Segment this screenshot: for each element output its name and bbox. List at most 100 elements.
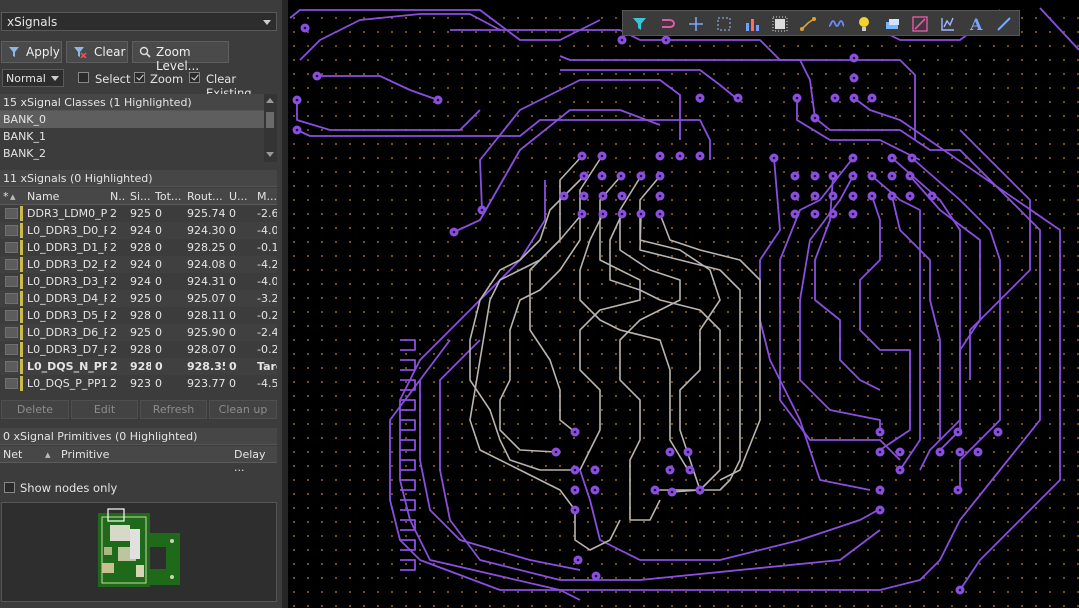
signal-color-swatch[interactable] <box>5 293 18 304</box>
signal-cell-n: 2 <box>110 258 117 271</box>
interactive-route-icon[interactable] <box>659 15 677 33</box>
refresh-button[interactable]: Refresh <box>140 400 207 419</box>
signal-cell-u: 0 <box>229 224 236 237</box>
scroll-down-icon[interactable] <box>266 152 274 157</box>
col-primitive[interactable]: Primitive <box>61 448 109 461</box>
signal-row[interactable]: L0_DDR3_D3_PF2 924. 0 924.317 0 -4.0 <box>0 273 277 290</box>
zoom-level-button[interactable]: Zoom Level... <box>132 41 229 73</box>
classes-scrollbar[interactable] <box>264 94 277 162</box>
signal-cell-si: 925. <box>130 292 151 305</box>
cleanup-button[interactable]: Clean up <box>209 400 277 419</box>
signal-row[interactable]: L0_DDR3_D7_PF2 928. 0 928.079 0 -0.2 <box>0 341 277 358</box>
signal-cell-rout: 928.079 <box>187 343 225 356</box>
signal-cell-u: 0 <box>229 292 236 305</box>
signal-cell-name: L0_DDR3_D0_PF <box>27 224 107 237</box>
signal-color-swatch[interactable] <box>5 310 18 321</box>
col-m[interactable]: M... <box>257 190 277 203</box>
mode-dropdown[interactable]: xSignals <box>1 12 277 31</box>
signal-row[interactable]: L0_DDR3_D1_PF2 928. 0 928.256 0 -0.1 <box>0 239 277 256</box>
signal-color-swatch[interactable] <box>5 327 18 338</box>
signal-cell-n: 2 <box>110 275 117 288</box>
filter-icon[interactable] <box>631 15 649 33</box>
signal-cell-u: 0 <box>229 258 236 271</box>
class-row[interactable]: BANK_2 <box>0 145 264 162</box>
tune-length-icon[interactable] <box>827 15 845 33</box>
signal-cell-tot: 0 <box>155 207 162 220</box>
route-icon[interactable] <box>799 15 817 33</box>
signal-cell-rout: 928.358 <box>187 360 225 373</box>
col-name[interactable]: Name <box>27 190 107 203</box>
signal-row[interactable]: DDR3_LDM0_PF2 925. 0 925.749 0 -2.6 <box>0 205 277 222</box>
highlight-bar <box>20 342 23 357</box>
signal-cell-name: L0_DQS_N_PP1 <box>27 360 107 373</box>
signal-color-swatch[interactable] <box>5 361 18 372</box>
bar-chart-icon[interactable] <box>743 15 761 33</box>
col-u[interactable]: U... <box>229 190 251 203</box>
signal-cell-u: 0 <box>229 343 236 356</box>
col-n[interactable]: N... <box>110 190 126 203</box>
clear-filter-icon <box>74 47 87 58</box>
class-row[interactable]: BANK_1 <box>0 128 264 145</box>
filter-mode-select[interactable]: Normal <box>2 69 64 87</box>
class-name: BANK_0 <box>3 113 47 126</box>
col-net[interactable]: Net <box>3 448 22 461</box>
apply-button[interactable]: Apply <box>1 41 62 63</box>
signal-color-swatch[interactable] <box>5 225 18 236</box>
signal-row[interactable]: L0_DQS_N_PP12 928. 0 928.358 0 Targ <box>0 358 277 375</box>
highlight-bar <box>20 274 23 289</box>
cleanup-button-label: Clean up <box>218 403 268 416</box>
edit-button[interactable]: Edit <box>71 400 138 419</box>
filter-icon <box>9 47 19 57</box>
show-nodes-only-checkbox[interactable] <box>4 482 15 493</box>
refresh-button-label: Refresh <box>152 403 195 416</box>
select-rect-icon[interactable] <box>715 15 733 33</box>
board-minimap[interactable] <box>1 502 277 602</box>
component-icon[interactable] <box>771 15 789 33</box>
scroll-up-icon[interactable] <box>266 98 274 103</box>
signal-cell-si: 925. <box>130 207 151 220</box>
signal-row[interactable]: L0_DDR3_D0_PF2 924. 0 924.308 0 -4.0 <box>0 222 277 239</box>
signal-cell-n: 2 <box>110 326 117 339</box>
delete-button[interactable]: Delete <box>1 400 69 419</box>
select-checkbox[interactable] <box>78 72 89 83</box>
col-rout[interactable]: Rout... <box>187 190 225 203</box>
signal-cell-rout: 924.083 <box>187 258 225 271</box>
signal-cell-tot: 0 <box>155 258 162 271</box>
signal-color-swatch[interactable] <box>5 344 18 355</box>
minimap-board-image <box>98 508 180 587</box>
stat-chart-icon[interactable] <box>939 15 957 33</box>
sort-arrow-icon: ▴ <box>10 190 16 203</box>
col-delay[interactable]: Delay ... <box>234 448 277 474</box>
mode-dropdown-value: xSignals <box>7 15 58 29</box>
signal-cell-name: L0_DDR3_D3_PF <box>27 275 107 288</box>
class-row[interactable]: BANK_0 <box>0 111 264 128</box>
clear-button[interactable]: Clear <box>66 41 128 63</box>
col-si[interactable]: Si... <box>130 190 151 203</box>
signal-cell-u: 0 <box>229 377 236 390</box>
signal-cell-n: 2 <box>110 360 118 373</box>
signal-color-swatch[interactable] <box>5 378 18 389</box>
signal-row[interactable]: L0_DDR3_D5_PF2 928. 0 928.119 0 -0.2 <box>0 307 277 324</box>
col-tot[interactable]: Tot... <box>155 190 183 203</box>
signal-cell-m: -3.2 <box>257 292 277 305</box>
signal-cell-tot: 0 <box>155 241 162 254</box>
layer-icon[interactable] <box>883 15 901 33</box>
signal-color-swatch[interactable] <box>5 242 18 253</box>
signal-row[interactable]: L0_DDR3_D2_PF2 924. 0 924.083 0 -4.2 <box>0 256 277 273</box>
signal-color-swatch[interactable] <box>5 208 18 219</box>
signal-row[interactable]: L0_DDR3_D6_PF2 925. 0 925.902 0 -2.4 <box>0 324 277 341</box>
signal-color-swatch[interactable] <box>5 276 18 287</box>
signal-row[interactable]: L0_DDR3_D4_PF2 925. 0 925.07 0 -3.2 <box>0 290 277 307</box>
line-color-icon[interactable] <box>911 15 929 33</box>
add-icon[interactable] <box>687 15 705 33</box>
text-icon[interactable]: A <box>967 15 985 34</box>
signal-cell-name: L0_DQS_P_PP1 <box>27 377 107 390</box>
signal-row[interactable]: L0_DQS_P_PP12 923. 0 923.777 0 -4.5 <box>0 375 277 392</box>
pcb-canvas[interactable] <box>288 0 1079 608</box>
bulb-icon[interactable] <box>855 15 873 33</box>
zoom-checkbox[interactable] <box>134 72 145 83</box>
clear-existing-checkbox[interactable] <box>189 72 200 83</box>
line-icon[interactable] <box>995 15 1013 33</box>
scroll-thumb[interactable] <box>266 112 274 128</box>
signal-color-swatch[interactable] <box>5 259 18 270</box>
